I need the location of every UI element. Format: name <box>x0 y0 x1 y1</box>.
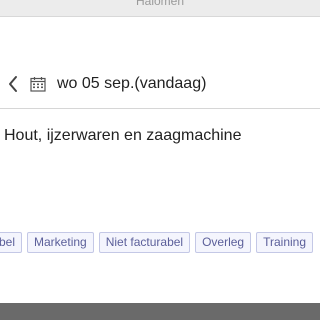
entry-description[interactable]: Hout, ijzerwaren en zaagmachine <box>4 127 241 145</box>
divider <box>0 108 320 109</box>
calendar-icon[interactable] <box>30 76 46 92</box>
tag-list: bel Marketing Niet facturabel Overleg Tr… <box>0 232 314 253</box>
tag-niet-facturabel[interactable]: Niet facturabel <box>98 232 191 253</box>
tag-training[interactable]: Training <box>256 232 314 253</box>
tag-bel[interactable]: bel <box>0 232 23 253</box>
bottom-bar <box>0 303 320 320</box>
date-bar: wo 05 sep.(vandaag) <box>0 66 320 104</box>
window-titlebar: Halomen <box>0 0 320 17</box>
date-label[interactable]: wo 05 sep.(vandaag) <box>57 75 206 93</box>
tag-marketing[interactable]: Marketing <box>27 232 94 253</box>
tag-overleg[interactable]: Overleg <box>195 232 252 253</box>
chevron-left-icon[interactable] <box>7 75 19 93</box>
window-title: Halomen <box>135 0 185 8</box>
